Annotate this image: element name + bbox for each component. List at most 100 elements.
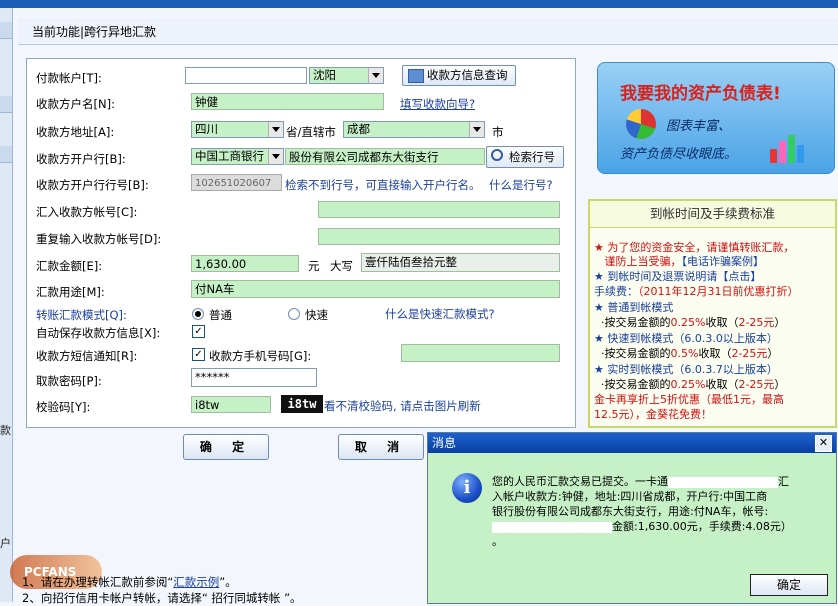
bank-number-label: 收款方开户行行号[B]: bbox=[36, 178, 149, 192]
payee-wizard-link[interactable]: 填写收款向导? bbox=[400, 96, 475, 112]
fee-line: ★ 普通到帐模式 bbox=[594, 301, 674, 314]
payee-city-select[interactable]: 成都 bbox=[343, 121, 485, 138]
chevron-down-icon bbox=[469, 122, 484, 137]
password-label: 取款密码[P]: bbox=[36, 374, 102, 388]
account-number-label: 汇入收款方帐号[C]: bbox=[36, 205, 138, 219]
breadcrumb: 当前功能|跨行异地汇款 bbox=[32, 25, 157, 39]
fee-line: ·按交易金额的0.25%收取（2-25元） bbox=[601, 378, 786, 391]
amount-label: 汇款金额[E]: bbox=[36, 259, 103, 273]
fee-line: ★ 实时到帐模式（6.0.3.7以上版本） bbox=[594, 363, 778, 376]
chevron-down-icon bbox=[268, 122, 283, 137]
what-is-bank-number-link[interactable]: 什么是行号? bbox=[489, 177, 553, 193]
amount-input[interactable]: 1,630.00 bbox=[191, 255, 299, 272]
city-select[interactable]: 沈阳 bbox=[309, 67, 384, 84]
sms-notify-label: 收款方短信通知[R]: bbox=[36, 349, 138, 363]
captcha-label: 校验码[Y]: bbox=[36, 400, 91, 414]
bank-number-input[interactable]: 102651020607 bbox=[191, 174, 282, 191]
chevron-down-icon bbox=[268, 149, 283, 164]
fast-mode-help-link[interactable]: 什么是快速汇款模式? bbox=[385, 306, 495, 322]
dialog-title: 消息 bbox=[432, 436, 457, 450]
confirm-button[interactable]: 确 定 bbox=[183, 434, 269, 460]
ad-line-1: 图表丰富、 bbox=[666, 119, 732, 134]
autosave-label: 自动保存收款方信息[X]: bbox=[36, 326, 161, 340]
sms-notify-checkbox[interactable]: ✓ bbox=[192, 348, 205, 361]
info-icon: i bbox=[452, 473, 482, 503]
search-bank-number-label: 检索行号 bbox=[509, 150, 555, 164]
password-input[interactable]: ****** bbox=[191, 368, 317, 387]
payee-bank-label: 收款方开户行[B]: bbox=[36, 152, 126, 166]
mode-normal-label: 普通 bbox=[209, 308, 232, 322]
purpose-label: 汇款用途[M]: bbox=[36, 285, 105, 299]
bank-select-value: 中国工商银行 bbox=[195, 149, 264, 163]
payee-name-input[interactable]: 钟健 bbox=[191, 93, 384, 110]
account-number-prefix bbox=[191, 201, 318, 218]
payee-phone-input[interactable] bbox=[401, 344, 560, 362]
click-here-link[interactable]: 【点击】 bbox=[717, 270, 761, 283]
captcha-refresh-hint: 看不清校验码, 请点击图片刷新 bbox=[324, 399, 481, 413]
message-dialog: 消息 ✕ i 您的人民币汇款交易已提交。一卡通汇 入帐户收款方:钟健，地址:四川… bbox=[427, 432, 837, 604]
province-suffix: 省/直辖市 bbox=[286, 125, 336, 139]
payee-address-label: 收款方地址[A]: bbox=[36, 125, 115, 139]
account-number-repeat-input[interactable] bbox=[318, 228, 560, 245]
transfer-mode-label: 转账汇款模式[Q]: bbox=[36, 308, 127, 322]
chevron-down-icon bbox=[368, 68, 383, 83]
amount-words-label: 大写 bbox=[330, 259, 353, 273]
province-select[interactable]: 四川 bbox=[191, 121, 284, 138]
ad-headline: 我要我的资产负债表! bbox=[620, 84, 781, 104]
autosave-checkbox[interactable]: ✓ bbox=[192, 325, 205, 338]
fee-info-title: 到帐时间及手续费标准 bbox=[590, 201, 835, 228]
message-line-4: 金额:1,630.00元，手续费:4.08元） bbox=[492, 518, 792, 534]
message-line-1: 您的人民币汇款交易已提交。一卡通汇 bbox=[492, 475, 789, 488]
fee-line: ★ 快速到帐模式（6.0.3.0以上版本） bbox=[594, 332, 778, 345]
left-strip-marker bbox=[0, 22, 12, 39]
top-bar bbox=[0, 0, 838, 8]
pie-chart-icon bbox=[626, 109, 656, 139]
payee-info-query-button[interactable]: 收款方信息查询 bbox=[402, 65, 516, 86]
left-strip-marker bbox=[0, 146, 12, 163]
ok-button[interactable]: 确定 bbox=[750, 574, 828, 596]
fee-line: 谨防上当受骗，【电话诈骗案例】 bbox=[604, 255, 765, 268]
fee-line: ·按交易金额的0.25%收取（2-25元） bbox=[601, 316, 786, 329]
fee-info-panel: 到帐时间及手续费标准 ★ 为了您的资金安全，请谨慎转账汇款， 谨防上当受骗，【电… bbox=[588, 199, 837, 428]
mode-fast-radio[interactable] bbox=[288, 308, 300, 320]
footer-note-1: 1、请在办理转帐汇款前参阅“汇款示例”。 bbox=[22, 575, 237, 589]
left-strip-marker bbox=[0, 96, 12, 113]
payee-info-query-label: 收款方信息查询 bbox=[427, 68, 508, 82]
left-panel-strip bbox=[0, 8, 13, 602]
fee-line: ·按交易金额的0.5%收取（2-25元） bbox=[601, 347, 779, 360]
bank-branch-input[interactable]: 股份有限公司成都东大街支行 bbox=[285, 148, 485, 165]
cancel-button[interactable]: 取 消 bbox=[338, 434, 424, 460]
close-icon[interactable]: ✕ bbox=[815, 435, 832, 452]
bank-select[interactable]: 中国工商银行 bbox=[191, 148, 284, 165]
left-cut-text: 款 bbox=[0, 424, 11, 437]
fraud-cases-link[interactable]: 【电话诈骗案例】 bbox=[682, 255, 765, 268]
account-number-repeat-label: 重复输入收款方帐号[D]: bbox=[36, 232, 162, 246]
dialog-titlebar: 消息 ✕ bbox=[428, 433, 836, 453]
fee-line: 金卡再享折上5折优惠（最低1元，最高 bbox=[594, 393, 784, 406]
search-icon bbox=[491, 149, 503, 161]
captcha-image[interactable]: i8tw bbox=[281, 395, 323, 413]
balance-sheet-ad-banner[interactable]: 我要我的资产负债表! 图表丰富、 资产负债尽收眼底。 bbox=[597, 62, 835, 174]
city-select-value: 沈阳 bbox=[313, 68, 336, 82]
purpose-input[interactable]: 付NA车 bbox=[191, 280, 560, 298]
mode-normal-radio[interactable] bbox=[192, 308, 204, 320]
payee-name-label: 收款方户名[N]: bbox=[36, 97, 115, 111]
captcha-input[interactable]: i8tw bbox=[191, 396, 271, 413]
payer-account-label: 付款帐户[T]: bbox=[36, 71, 102, 85]
fee-line: ★ 到帐时间及退票说明请【点击】 bbox=[594, 270, 762, 283]
amount-words-display: 壹仟陆佰叁拾元整 bbox=[361, 253, 560, 272]
bar-chart-icon bbox=[770, 133, 806, 163]
payee-phone-label: 收款方手机号码[G]: bbox=[209, 349, 312, 363]
message-line-2: 入帐户收款方:钟健，地址:四川省成都，开户行:中国工商 bbox=[492, 490, 768, 503]
province-select-value: 四川 bbox=[195, 122, 218, 136]
page-header: 当前功能|跨行异地汇款 bbox=[18, 18, 838, 45]
remittance-example-link[interactable]: 汇款示例 bbox=[173, 575, 219, 589]
mode-fast-label: 快速 bbox=[305, 308, 328, 322]
amount-unit: 元 bbox=[308, 259, 320, 273]
left-cut-text: 户 bbox=[0, 537, 11, 550]
search-bank-number-button[interactable]: 检索行号 bbox=[486, 146, 564, 168]
account-number-input[interactable] bbox=[318, 201, 560, 218]
payer-account-field[interactable] bbox=[185, 67, 307, 84]
bank-number-hint: 检索不到行号，可直接输入开户行名。 bbox=[285, 178, 481, 192]
message-line-5: 。 bbox=[492, 535, 503, 548]
